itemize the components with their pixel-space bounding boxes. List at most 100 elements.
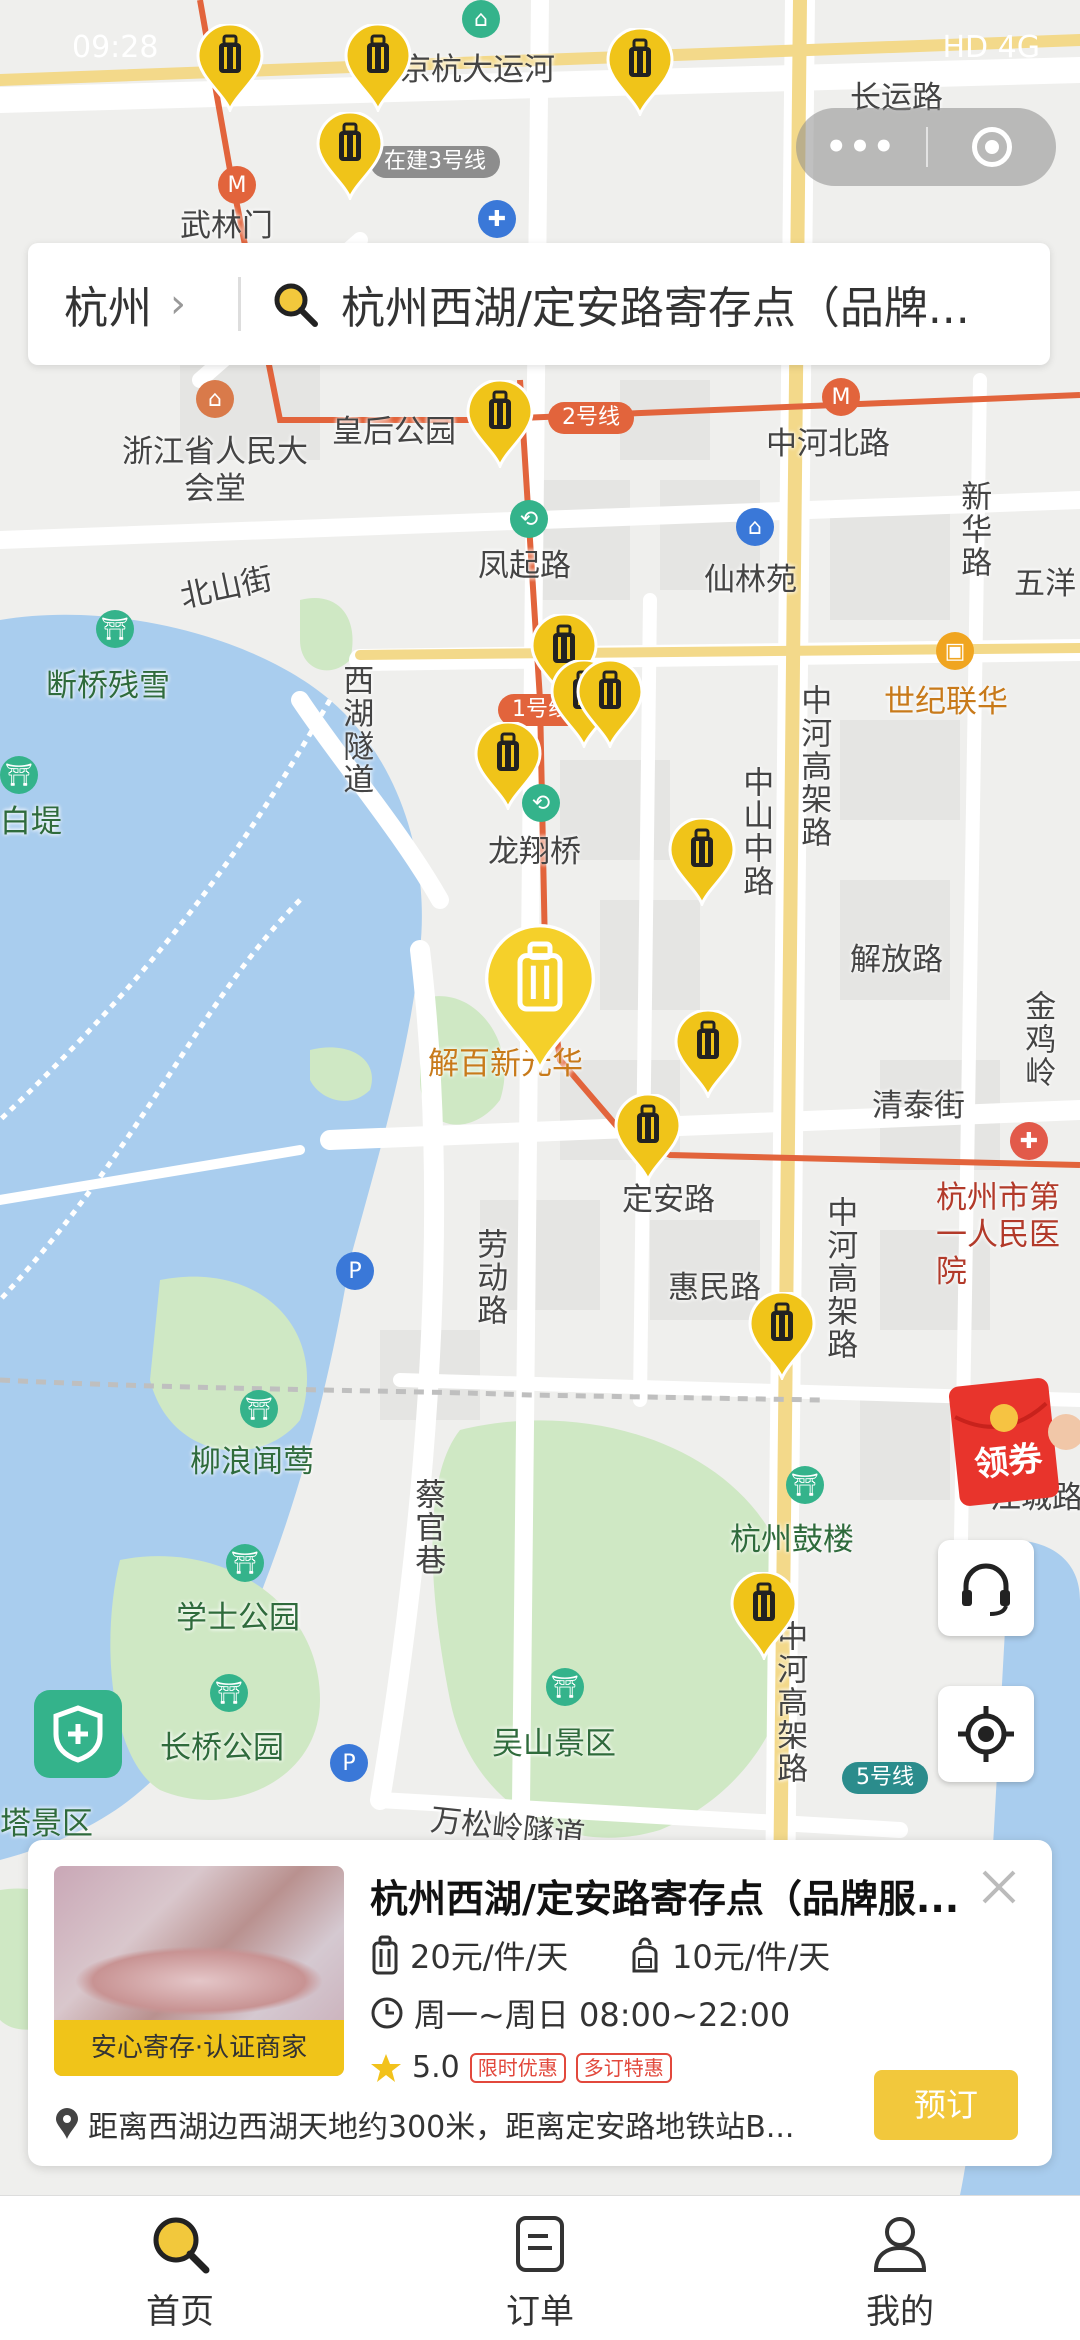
certified-badge: 安心寄存·认证商家: [54, 2020, 344, 2076]
nav-home[interactable]: 首页: [0, 2196, 360, 2340]
metro-station-icon[interactable]: ⟲: [510, 500, 548, 538]
nav-orders[interactable]: 订单: [360, 2196, 720, 2340]
store-address: 距离西湖边西湖天地约300米，距离定安路地铁站B...: [54, 2102, 894, 2146]
search-divider: [238, 277, 241, 331]
storage-pin-icon[interactable]: [574, 660, 646, 748]
map-label: 新华路: [955, 480, 992, 579]
headset-icon: [962, 1563, 1010, 1616]
city-selector[interactable]: 杭州 ›: [28, 272, 238, 336]
map-label: 凤起路: [478, 548, 571, 584]
shop-icon[interactable]: ▣: [936, 632, 974, 670]
poi-icon[interactable]: ⌂: [736, 508, 774, 546]
storage-pin-icon[interactable]: [464, 380, 536, 468]
map-label: 蔡官巷: [409, 1478, 446, 1577]
close-miniprogram-button[interactable]: [928, 127, 1056, 167]
scenic-icon[interactable]: ⛩: [546, 1668, 584, 1706]
map-label: 金鸡岭: [1019, 990, 1056, 1089]
map-label: 武林门: [180, 208, 273, 244]
map-label: 五洋: [1014, 566, 1076, 602]
map-label: 中河高架路: [821, 1196, 858, 1361]
store-card[interactable]: 安心寄存·认证商家 杭州西湖/定安路寄存点（品牌服... 20元/件/天 10元…: [28, 1840, 1052, 2166]
safety-button[interactable]: [34, 1690, 122, 1778]
metro-label: 在建3号线: [370, 146, 500, 179]
map-label: 长桥公园: [160, 1730, 284, 1766]
search-bar: 杭州 › 杭州西湖/定安路寄存点（品牌...: [28, 243, 1050, 365]
parking-icon[interactable]: P: [330, 1744, 368, 1782]
customer-service-button[interactable]: [938, 1540, 1034, 1636]
poi-icon[interactable]: ⌂: [196, 380, 234, 418]
map-label: 清泰街: [872, 1088, 965, 1124]
nav-home-label: 首页: [146, 2292, 214, 2332]
storage-pin-icon[interactable]: [672, 1010, 744, 1098]
large-luggage-price: 20元/件/天: [370, 1932, 568, 1978]
map-label: 杭州市第一人民医院: [936, 1180, 1060, 1291]
poi-icon[interactable]: ✚: [478, 200, 516, 238]
nav-profile-label: 我的: [866, 2292, 934, 2332]
search-icon: [274, 283, 318, 327]
status-indicators: HD 4G: [942, 30, 1040, 65]
parking-icon[interactable]: P: [336, 1252, 374, 1290]
storage-pin-icon[interactable]: [666, 818, 738, 906]
miniprogram-capsule: •••: [796, 108, 1056, 186]
map-label: 浙江省人民大会堂: [122, 434, 308, 508]
rating-row: 5.0 限时优惠 多订特惠: [370, 2050, 672, 2085]
city-name: 杭州: [64, 283, 152, 334]
selected-storage-pin-icon[interactable]: [480, 924, 600, 1074]
status-bar: 09:28 HD 4G: [0, 0, 1080, 80]
scenic-icon[interactable]: ⛩: [96, 610, 134, 648]
map-label: 皇后公园: [332, 414, 456, 450]
map-label: 定安路: [622, 1182, 715, 1218]
storage-pin-icon[interactable]: [612, 1094, 684, 1182]
map-label: 学士公园: [176, 1600, 300, 1636]
map-label: 西湖隧道: [337, 664, 374, 796]
map-label: 吴山景区: [492, 1726, 616, 1762]
chevron-right-icon: ›: [170, 281, 186, 327]
metro-station-icon[interactable]: M: [822, 378, 860, 416]
book-button[interactable]: 预订: [874, 2070, 1018, 2140]
store-thumbnail[interactable]: 安心寄存·认证商家: [54, 1866, 344, 2076]
map-label: 仙林苑: [704, 562, 797, 598]
home-search-icon: [153, 2217, 210, 2274]
hospital-icon[interactable]: ✚: [1010, 1122, 1048, 1160]
coupon-button[interactable]: 领券: [944, 1372, 1080, 1510]
storage-pin-icon[interactable]: [728, 1572, 800, 1660]
address-text: 距离西湖边西湖天地约300米，距离定安路地铁站B...: [88, 2110, 795, 2145]
small-luggage-price: 10元/件/天: [628, 1932, 830, 1978]
rating-value: 5.0: [412, 2050, 460, 2085]
metro-label: 2号线: [548, 402, 634, 435]
thumbnail-photo: [74, 1946, 324, 2016]
scenic-icon[interactable]: ⛩: [240, 1390, 278, 1428]
search-input[interactable]: 杭州西湖/定安路寄存点（品牌...: [341, 272, 1031, 336]
map-label: 龙翔桥: [488, 834, 581, 870]
map-label: 断桥残雪: [46, 668, 170, 704]
scenic-icon[interactable]: ⛩: [210, 1674, 248, 1712]
store-title[interactable]: 杭州西湖/定安路寄存点（品牌服...: [370, 1868, 990, 1923]
bottom-nav: 首页 订单 我的: [0, 2195, 1080, 2340]
map-label: 解放路: [850, 942, 943, 978]
scenic-icon[interactable]: ⛩: [786, 1466, 824, 1504]
metro-station-icon[interactable]: M: [218, 166, 256, 204]
map-label: 劳动路: [471, 1228, 508, 1327]
map-label: 柳浪闻莺: [190, 1444, 314, 1480]
scenic-icon[interactable]: ⛩: [0, 756, 38, 794]
nav-profile[interactable]: 我的: [720, 2196, 1080, 2340]
map-label: 杭州鼓楼: [730, 1522, 854, 1558]
opening-hours: 周一~周日 08:00~22:00: [370, 1990, 790, 2036]
storage-pin-icon[interactable]: [314, 112, 386, 200]
map-label: 中河北路: [766, 426, 890, 462]
metro-label: 5号线: [842, 1762, 928, 1795]
locate-button[interactable]: [938, 1686, 1034, 1782]
shield-icon: [53, 1705, 103, 1763]
storage-pin-icon[interactable]: [746, 1292, 818, 1380]
scenic-icon[interactable]: ⛩: [226, 1544, 264, 1582]
storage-pin-icon[interactable]: [472, 722, 544, 810]
user-icon: [873, 2217, 927, 2272]
status-time: 09:28: [72, 30, 159, 65]
locate-icon: [958, 1706, 1014, 1762]
close-icon[interactable]: [974, 1862, 1024, 1912]
more-menu-button[interactable]: •••: [796, 127, 926, 167]
large-suitcase-icon: [372, 1935, 398, 1975]
location-pin-icon: [56, 2108, 78, 2139]
target-icon: [972, 127, 1012, 167]
map-label: 世纪联华: [884, 684, 1008, 720]
